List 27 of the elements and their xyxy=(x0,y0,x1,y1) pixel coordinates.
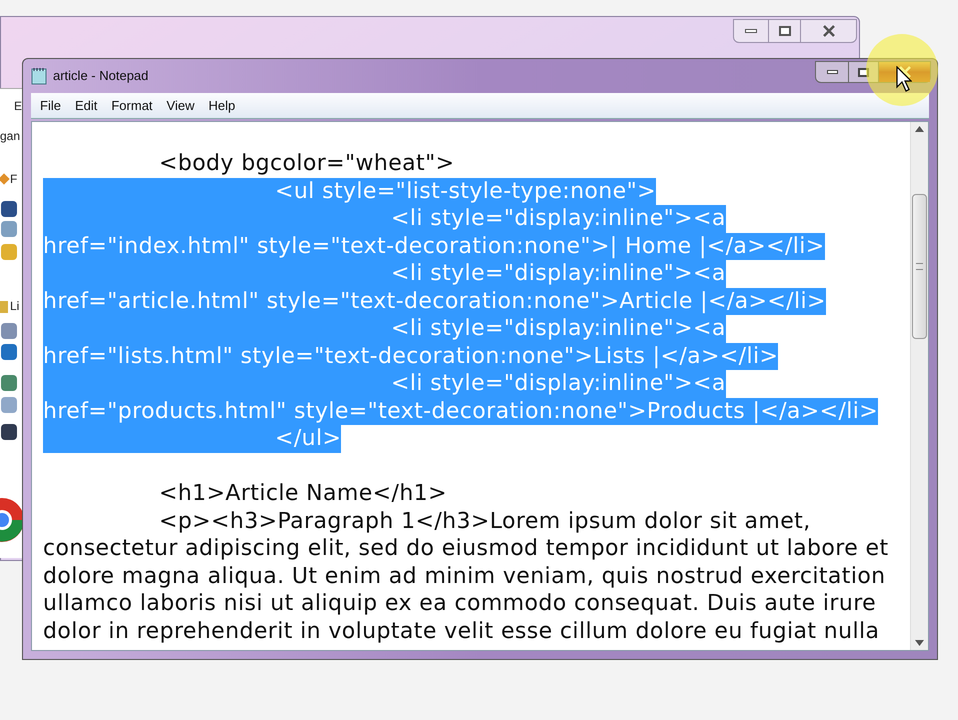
code-line: <h1>Article Name</h1> xyxy=(158,480,447,508)
file-icon[interactable] xyxy=(1,424,17,440)
scroll-thumb[interactable] xyxy=(912,194,927,339)
truncated-label: gan xyxy=(0,130,20,142)
code-line: ullamco laboris nisi ut aliquip ex ea commodo consequat. Duis aute irure xyxy=(43,590,876,618)
truncated-label: E xyxy=(14,100,22,112)
code-line: consectetur adipiscing elit, sed do eiusmod tempor incididunt ut labore et xyxy=(43,535,889,562)
browser-logo-icon[interactable] xyxy=(0,497,22,543)
code-line: dolore magna aliqua. Ut enim ad minim veniam, quis nostrud exercitation xyxy=(43,562,886,590)
truncated-label: Li xyxy=(10,300,20,312)
menu-item[interactable]: View xyxy=(160,96,202,116)
truncated-label: F xyxy=(10,173,18,185)
scroll-down-icon[interactable] xyxy=(915,640,924,646)
scroll-up-icon[interactable] xyxy=(915,126,924,132)
menu-item[interactable]: Format xyxy=(104,96,160,116)
mouse-pointer-icon xyxy=(896,66,912,92)
notepad-icon xyxy=(31,67,47,85)
code-line: dolor in reprehenderit in voluptate velit esse cillum dolore eu fugiat nulla xyxy=(43,618,880,645)
code-line: <p><h3>Paragraph 1</h3>Lorem ipsum dolor sit amet, xyxy=(158,508,811,535)
file-icon[interactable] xyxy=(1,344,17,360)
menu-item[interactable]: Help xyxy=(201,96,242,116)
vertical-scrollbar[interactable] xyxy=(910,122,928,650)
file-icon[interactable] xyxy=(1,201,17,217)
window-title: article - Notepad xyxy=(53,67,148,86)
menu-item[interactable]: Edit xyxy=(68,96,104,116)
code-line: <body bgcolor="wheat"> xyxy=(158,150,454,178)
menu-item[interactable]: File xyxy=(33,96,68,116)
